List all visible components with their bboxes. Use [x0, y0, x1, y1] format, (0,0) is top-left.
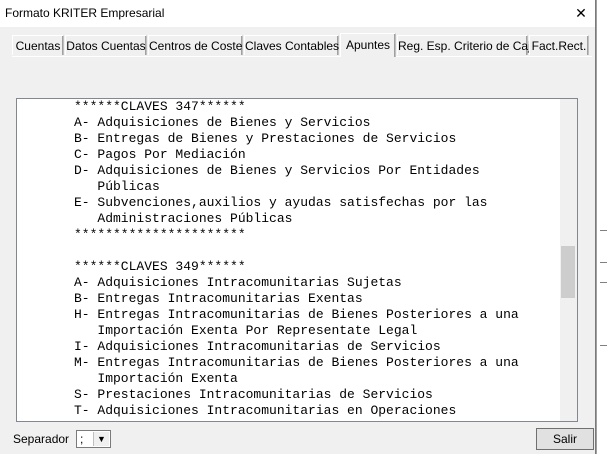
tab-cuentas[interactable]: Cuentas: [12, 35, 64, 55]
tab-panel-border: [12, 56, 592, 57]
text-line: ******CLAVES 347******: [74, 99, 246, 114]
chevron-down-icon[interactable]: ▼: [93, 432, 109, 446]
claves-text: ******CLAVES 347****** A- Adquisiciones d…: [74, 99, 519, 419]
tab-label: Datos Cuentas: [66, 39, 146, 53]
title-bar: Formato KRITER Empresarial ✕: [0, 0, 595, 27]
tab-centros-de-coste[interactable]: Centros de Coste: [148, 35, 243, 55]
text-line: A- Adquisiciones Intracomunitarias Sujet…: [74, 275, 402, 290]
tab-fact-rect[interactable]: Fact.Rect.: [529, 35, 589, 55]
text-line: C- Pagos Por Mediación: [74, 147, 246, 162]
dialog-window: Formato KRITER Empresarial ✕ Cuentas Dat…: [0, 0, 596, 454]
text-line: Importación Exenta Por Representate Lega…: [74, 323, 418, 338]
window-title: Formato KRITER Empresarial: [5, 6, 165, 20]
tab-reg-esp-criterio-de-caja[interactable]: Reg. Esp. Criterio de Caja: [397, 35, 537, 55]
claves-text-area[interactable]: ******CLAVES 347****** A- Adquisiciones d…: [16, 98, 578, 422]
tab-label: Centros de Coste: [149, 39, 243, 53]
tab-datos-cuentas[interactable]: Datos Cuentas: [65, 35, 147, 55]
tab-label: Reg. Esp. Criterio de Caja: [398, 39, 538, 53]
tab-label: Cuentas: [15, 39, 61, 53]
tab-label: Claves Contables: [245, 39, 340, 53]
scrollbar-thumb[interactable]: [561, 246, 575, 298]
text-line: B- Entregas Intracomunitarias Exentas: [74, 291, 363, 306]
close-icon[interactable]: ✕: [568, 2, 594, 24]
text-line: A- Adquisiciones de Bienes y Servicios: [74, 115, 371, 130]
text-line: I- Adquisiciones Intracomunitarias de Se…: [74, 339, 441, 354]
text-line: D- Adquisiciones de Bienes y Servicios P…: [74, 163, 480, 178]
tab-apuntes[interactable]: Apuntes: [340, 33, 396, 57]
text-line: E- Subvenciones,auxilios y ayudas satisf…: [74, 195, 488, 210]
text-line: Públicas: [74, 179, 160, 194]
exit-button[interactable]: Salir: [536, 428, 594, 450]
background-window-edge: [596, 0, 607, 454]
tab-label: Apuntes: [345, 38, 391, 52]
vertical-scrollbar[interactable]: [560, 99, 577, 421]
text-line: H- Entregas Intracomunitarias de Bienes …: [74, 307, 519, 322]
text-line: T- Adquisiciones Intracomunitarias en Op…: [74, 403, 457, 418]
text-line: Administraciones Públicas: [74, 211, 293, 226]
text-line: [74, 243, 519, 259]
separator-select[interactable]: ; ▼: [76, 430, 111, 448]
text-line: Importación Exenta: [74, 371, 238, 386]
text-line: ******CLAVES 349******: [74, 259, 246, 274]
tab-strip: Cuentas Datos Cuentas Centros de Coste C…: [12, 33, 592, 57]
tab-claves-contables[interactable]: Claves Contables: [244, 35, 339, 55]
separator-label: Separador: [13, 432, 70, 446]
separator-value: ;: [80, 432, 84, 446]
text-line: B- Entregas de Bienes y Prestaciones de …: [74, 131, 457, 146]
tab-label: Fact.Rect.: [531, 39, 587, 53]
text-line: S- Prestaciones Intracomunitarias de Ser…: [74, 387, 433, 402]
text-line: **********************: [74, 227, 246, 242]
text-line: M- Entregas Intracomunitarias de Bienes …: [74, 355, 519, 370]
